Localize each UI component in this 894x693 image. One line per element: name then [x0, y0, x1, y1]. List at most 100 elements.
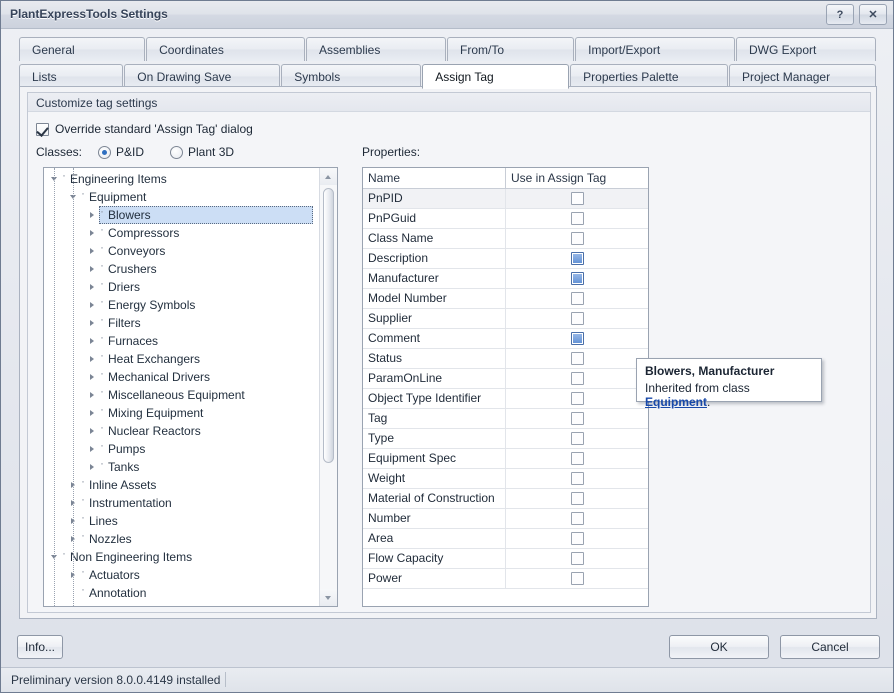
tree-scrollbar[interactable] [319, 168, 337, 606]
help-icon[interactable]: ? [826, 4, 854, 25]
column-header-use-in-assign-tag[interactable]: Use in Assign Tag [506, 168, 648, 188]
use-in-assign-tag-cell[interactable] [506, 449, 648, 468]
tree-item-crushers[interactable]: Crushers [44, 258, 319, 278]
chevron-right-icon[interactable] [86, 458, 99, 476]
tree-item-pumps[interactable]: Pumps [44, 438, 319, 458]
use-in-assign-tag-checkbox[interactable] [570, 312, 584, 325]
tree-item-miscellaneous-equipment[interactable]: Miscellaneous Equipment [44, 384, 319, 404]
tree-item-filters[interactable]: Filters [44, 312, 319, 332]
use-in-assign-tag-cell[interactable] [506, 349, 648, 368]
use-in-assign-tag-cell[interactable] [506, 389, 648, 408]
table-row[interactable]: Comment [363, 329, 648, 349]
tab-symbols[interactable]: Symbols [281, 64, 422, 88]
use-in-assign-tag-cell[interactable] [506, 469, 648, 488]
tree-item-lines[interactable]: Lines [44, 510, 319, 530]
table-row[interactable]: Model Number [363, 289, 648, 309]
table-row[interactable]: Description [363, 249, 648, 269]
tree-item-engineering-items[interactable]: Engineering Items [44, 168, 319, 188]
use-in-assign-tag-checkbox[interactable] [570, 332, 584, 345]
properties-grid[interactable]: Name Use in Assign Tag PnPID PnPGuid Class… [362, 167, 649, 607]
use-in-assign-tag-cell[interactable] [506, 529, 648, 548]
tree-scrollbar-thumb[interactable] [323, 188, 334, 463]
tab-coordinates[interactable]: Coordinates [146, 37, 305, 61]
table-row[interactable]: PnPGuid [363, 209, 648, 229]
info-button[interactable]: Info... [17, 635, 63, 659]
chevron-right-icon[interactable] [86, 404, 99, 422]
use-in-assign-tag-cell[interactable] [506, 289, 648, 308]
use-in-assign-tag-checkbox[interactable] [570, 532, 584, 545]
chevron-right-icon[interactable] [86, 242, 99, 260]
use-in-assign-tag-cell[interactable] [506, 309, 648, 328]
tree-item-mixing-equipment[interactable]: Mixing Equipment [44, 402, 319, 422]
use-in-assign-tag-cell[interactable] [506, 189, 648, 208]
table-row[interactable]: Flow Capacity [363, 549, 648, 569]
chevron-right-icon[interactable] [86, 260, 99, 278]
table-row[interactable]: Supplier [363, 309, 648, 329]
override-checkbox[interactable] [36, 122, 49, 136]
table-row[interactable]: Manufacturer [363, 269, 648, 289]
tab-lists[interactable]: Lists [19, 64, 124, 88]
chevron-right-icon[interactable] [86, 332, 99, 350]
use-in-assign-tag-checkbox[interactable] [570, 372, 584, 385]
tab-assemblies[interactable]: Assemblies [306, 37, 447, 61]
tree-item-energy-symbols[interactable]: Energy Symbols [44, 294, 319, 314]
use-in-assign-tag-checkbox[interactable] [570, 392, 584, 405]
use-in-assign-tag-cell[interactable] [506, 489, 648, 508]
use-in-assign-tag-checkbox[interactable] [570, 432, 584, 445]
radio-plant3d[interactable]: Plant 3D [170, 145, 234, 159]
tree-item-furnaces[interactable]: Furnaces [44, 330, 319, 350]
use-in-assign-tag-cell[interactable] [506, 249, 648, 268]
tree-item-nuclear-reactors[interactable]: Nuclear Reactors [44, 420, 319, 440]
tree-item-non-engineering-items[interactable]: Non Engineering Items [44, 546, 319, 566]
use-in-assign-tag-cell[interactable] [506, 569, 648, 588]
use-in-assign-tag-checkbox[interactable] [570, 192, 584, 205]
use-in-assign-tag-checkbox[interactable] [570, 292, 584, 305]
tab-assign-tag[interactable]: Assign Tag [422, 64, 570, 89]
tree-item-inline-assets[interactable]: Inline Assets [44, 474, 319, 494]
use-in-assign-tag-checkbox[interactable] [570, 492, 584, 505]
table-row[interactable]: Power [363, 569, 648, 589]
override-checkbox-row[interactable]: Override standard 'Assign Tag' dialog [36, 122, 253, 136]
use-in-assign-tag-cell[interactable] [506, 209, 648, 228]
cancel-button[interactable]: Cancel [780, 635, 880, 659]
chevron-right-icon[interactable] [86, 386, 99, 404]
tree-item-blowers[interactable]: Blowers [44, 204, 319, 224]
tree-item-instrumentation[interactable]: Instrumentation [44, 492, 319, 512]
tab-general[interactable]: General [19, 37, 146, 61]
use-in-assign-tag-cell[interactable] [506, 549, 648, 568]
column-header-name[interactable]: Name [363, 168, 506, 188]
table-row[interactable]: PnPID [363, 189, 648, 209]
table-row[interactable]: ParamOnLine [363, 369, 648, 389]
chevron-right-icon[interactable] [86, 224, 99, 242]
use-in-assign-tag-cell[interactable] [506, 429, 648, 448]
use-in-assign-tag-checkbox[interactable] [570, 512, 584, 525]
tree-item-mechanical-drivers[interactable]: Mechanical Drivers [44, 366, 319, 386]
chevron-right-icon[interactable] [86, 440, 99, 458]
use-in-assign-tag-cell[interactable] [506, 229, 648, 248]
table-row[interactable]: Type [363, 429, 648, 449]
use-in-assign-tag-checkbox[interactable] [570, 232, 584, 245]
tree-item-nozzles[interactable]: Nozzles [44, 528, 319, 548]
class-tree[interactable]: Engineering Items Equipment Blowers Compres… [43, 167, 338, 607]
radio-pid[interactable]: P&ID [98, 145, 144, 159]
tab-dwg-export[interactable]: DWG Export [735, 37, 876, 61]
use-in-assign-tag-cell[interactable] [506, 269, 648, 288]
use-in-assign-tag-checkbox[interactable] [570, 472, 584, 485]
use-in-assign-tag-checkbox[interactable] [570, 412, 584, 425]
use-in-assign-tag-cell[interactable] [506, 509, 648, 528]
use-in-assign-tag-checkbox[interactable] [570, 552, 584, 565]
use-in-assign-tag-checkbox[interactable] [570, 212, 584, 225]
tab-project-manager[interactable]: Project Manager [729, 64, 877, 88]
use-in-assign-tag-cell[interactable] [506, 409, 648, 428]
use-in-assign-tag-checkbox[interactable] [570, 452, 584, 465]
scroll-down-icon[interactable] [320, 589, 337, 606]
table-row[interactable]: Object Type Identifier [363, 389, 648, 409]
chevron-right-icon[interactable] [86, 278, 99, 296]
table-row[interactable]: Area [363, 529, 648, 549]
use-in-assign-tag-cell[interactable] [506, 329, 648, 348]
table-row[interactable]: Equipment Spec [363, 449, 648, 469]
tooltip-class-link[interactable]: Equipment [645, 395, 707, 409]
tab-from-to[interactable]: From/To [447, 37, 575, 61]
table-row[interactable]: Status [363, 349, 648, 369]
chevron-right-icon[interactable] [86, 314, 99, 332]
